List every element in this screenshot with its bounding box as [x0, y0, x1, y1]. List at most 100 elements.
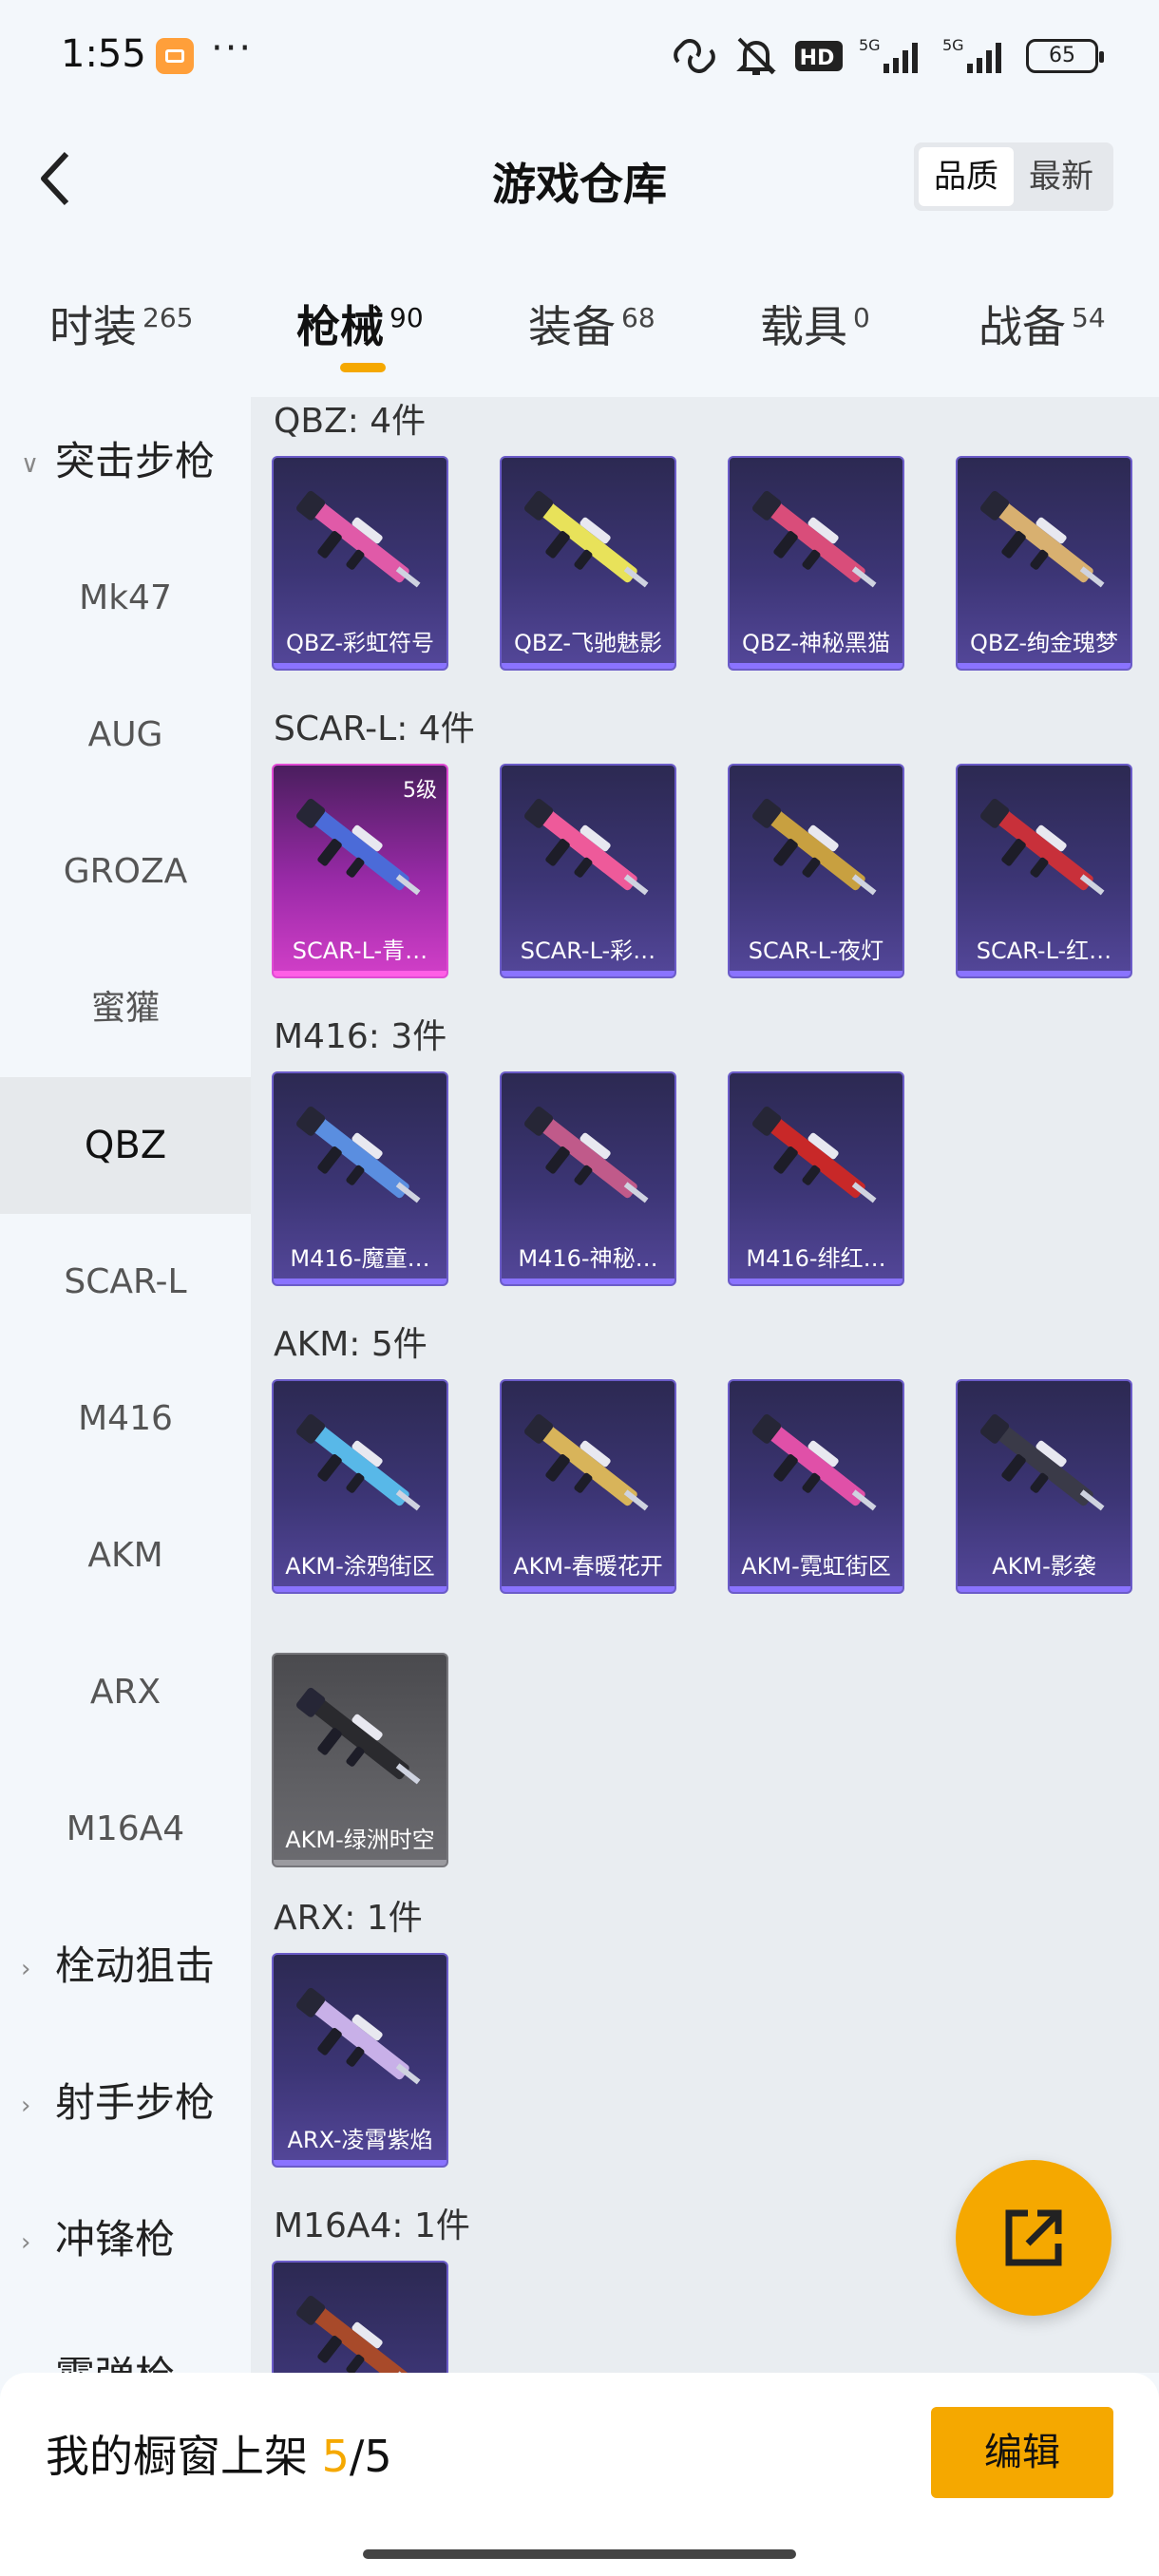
weapon-card[interactable] [272, 2261, 448, 2373]
sidebar-group-marksman[interactable]: › 射手步枪 [21, 2035, 215, 2171]
signal-5g-icon: 5G [859, 36, 918, 73]
weapon-skin-image [296, 2295, 421, 2373]
share-button[interactable] [956, 2160, 1112, 2316]
rarity-bar [730, 663, 902, 669]
weapon-name: ARX-凌霄紫焰 [287, 2127, 433, 2153]
tab-fashion[interactable]: 时装 265 [49, 293, 193, 355]
weapon-card[interactable]: SCAR-L-夜灯 [728, 764, 904, 978]
weapon-skin-image [296, 1987, 421, 2085]
weapon-card[interactable]: AKM-绿洲时空 [272, 1653, 448, 1867]
weapon-grid: QBZ: 4件 QBZ-彩虹符号 QBZ-飞驰魅影 QBZ-神秘黑猫 QBZ-绚金瑰梦 S… [251, 397, 1159, 2373]
sidebar-group-shotgun[interactable]: ›霰弹枪 [21, 2308, 175, 2373]
weapon-skin-image [296, 490, 421, 588]
sidebar-item-groza[interactable]: GROZA [0, 804, 251, 940]
page-header: 游戏仓库 品质 最新 [0, 114, 1159, 247]
tab-label: 装备 [528, 301, 616, 352]
weapon-card[interactable]: AKM-春暖花开 [500, 1379, 676, 1594]
rarity-bar [502, 1586, 674, 1592]
weapon-card[interactable]: ARX-凌霄紫焰 [272, 1953, 448, 2168]
weapon-card[interactable]: SCAR-L-彩… [500, 764, 676, 978]
weapon-name: M416-神秘… [518, 1245, 658, 1272]
weapon-card[interactable]: M416-绯红… [728, 1071, 904, 1286]
showcase-total-count: /5 [349, 2431, 392, 2482]
edit-button[interactable]: 编辑 [931, 2407, 1113, 2498]
weapon-skin-image [524, 798, 649, 896]
sidebar-item-arx[interactable]: ARX [0, 1624, 251, 1761]
tab-count: 54 [1072, 301, 1106, 333]
weapon-name: QBZ-彩虹符号 [285, 630, 435, 656]
weapon-type-sidebar: ∨ 突击步枪 Mk47 AUG GROZA 蜜獾 QBZ SCAR-L M416 … [0, 397, 251, 2373]
share-icon [1005, 2209, 1062, 2266]
weapon-skin-image [980, 1413, 1105, 1511]
weapon-card[interactable]: QBZ-绚金瑰梦 [956, 456, 1132, 671]
weapon-card[interactable]: AKM-霓虹街区 [728, 1379, 904, 1594]
sidebar-group-label: 射手步枪 [55, 2079, 216, 2126]
rarity-bar [274, 1279, 446, 1284]
weapon-skin-image [980, 490, 1105, 588]
weapon-name: M416-绯红… [746, 1245, 886, 1272]
sort-latest-button[interactable]: 最新 [1014, 147, 1109, 206]
chevron-right-icon: › [21, 2091, 31, 2120]
status-time: 1:55 [61, 32, 146, 76]
sort-quality-button[interactable]: 品质 [919, 147, 1014, 206]
weapon-card[interactable]: QBZ-彩虹符号 [272, 456, 448, 671]
link-icon [674, 39, 715, 73]
tab-count: 90 [390, 301, 424, 333]
rarity-bar [958, 1586, 1130, 1592]
level-badge: 5级 [403, 779, 437, 803]
sidebar-item-honeybadger[interactable]: 蜜獾 [0, 940, 251, 1077]
rarity-bar [274, 971, 446, 976]
sidebar-item-m16a4[interactable]: M16A4 [0, 1761, 251, 1898]
chevron-right-icon: › [21, 2311, 55, 2374]
sidebar-item-qbz[interactable]: QBZ [0, 1077, 251, 1214]
section-title: SCAR-L: 4件 [274, 710, 475, 748]
weapon-card[interactable]: QBZ-神秘黑猫 [728, 456, 904, 671]
weapon-skin-image [524, 490, 649, 588]
hd-icon: HD [795, 41, 843, 71]
svg-text:HD: HD [800, 47, 835, 70]
weapon-card[interactable]: AKM-涂鸦街区 [272, 1379, 448, 1594]
chevron-down-icon: ∨ [21, 449, 40, 479]
chevron-right-icon: › [21, 2227, 31, 2257]
weapon-skin-image [296, 1413, 421, 1511]
weapon-card[interactable]: 5级 SCAR-L-青… [272, 764, 448, 978]
weapon-skin-image [296, 1106, 421, 1203]
sidebar-group-label: 冲锋枪 [55, 2216, 176, 2263]
tab-count: 0 [853, 301, 870, 333]
category-tabs: 时装 265 枪械 90 装备 68 载具 0 战备 54 [0, 275, 1159, 389]
sidebar-group-bolt-action[interactable]: › 栓动狙击 [21, 1898, 215, 2035]
tab-equipment[interactable]: 装备 68 [528, 293, 656, 355]
section-title: QBZ: 4件 [274, 402, 427, 441]
sidebar-item-m416[interactable]: M416 [0, 1351, 251, 1487]
section-title: M416: 3件 [274, 1017, 447, 1056]
sidebar-item-scar-l[interactable]: SCAR-L [0, 1214, 251, 1351]
weapon-card[interactable]: SCAR-L-红… [956, 764, 1132, 978]
weapon-card[interactable]: M416-魔童… [272, 1071, 448, 1286]
weapon-name: SCAR-L-青… [292, 938, 428, 964]
rarity-bar [958, 663, 1130, 669]
weapon-card[interactable]: QBZ-飞驰魅影 [500, 456, 676, 671]
showcase-label: 我的橱窗上架 [46, 2431, 322, 2482]
weapon-card[interactable]: AKM-影袭 [956, 1379, 1132, 1594]
tab-supplies[interactable]: 战备 54 [978, 293, 1106, 355]
rarity-bar [274, 663, 446, 669]
section-title: ARX: 1件 [274, 1899, 423, 1938]
sidebar-group-smg[interactable]: › 冲锋枪 [21, 2171, 175, 2308]
tab-count: 68 [621, 301, 656, 333]
tab-vehicles[interactable]: 载具 0 [760, 293, 870, 355]
showcase-current-count: 5 [321, 2431, 350, 2482]
sidebar-item-akm[interactable]: AKM [0, 1487, 251, 1624]
section-title: AKM: 5件 [274, 1325, 428, 1364]
weapon-name: AKM-霓虹街区 [741, 1553, 891, 1580]
sidebar-item-mk47[interactable]: Mk47 [0, 530, 251, 667]
weapon-name: QBZ-飞驰魅影 [513, 630, 663, 656]
chevron-right-icon: › [21, 1954, 31, 1983]
tab-label: 载具 [760, 301, 847, 352]
weapon-skin-image [524, 1413, 649, 1511]
sidebar-item-aug[interactable]: AUG [0, 667, 251, 804]
rarity-bar [730, 1279, 902, 1284]
tab-weapons[interactable]: 枪械 90 [296, 293, 424, 355]
rarity-bar [502, 1279, 674, 1284]
sidebar-group-assault-rifle[interactable]: ∨ 突击步枪 [21, 397, 215, 530]
weapon-card[interactable]: M416-神秘… [500, 1071, 676, 1286]
